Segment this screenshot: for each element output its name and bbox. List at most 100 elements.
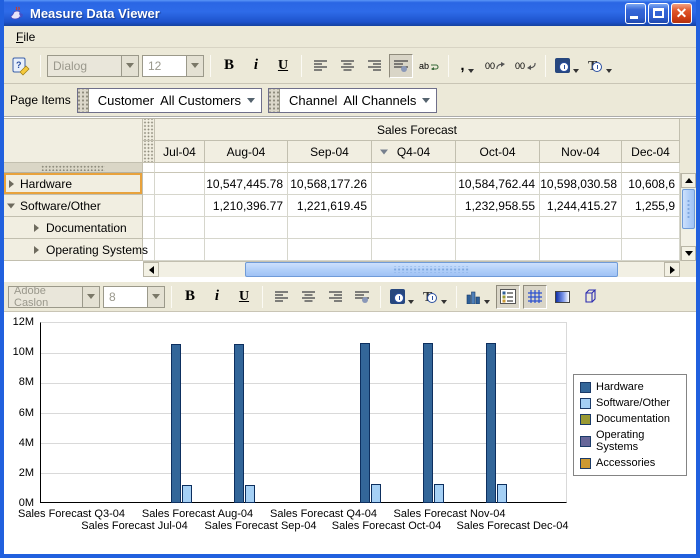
- column-header-oct-04[interactable]: Oct-04: [456, 141, 540, 163]
- legend-toggle-button[interactable]: [496, 285, 520, 309]
- row-header-operating-systems[interactable]: Operating Systems: [4, 239, 143, 261]
- format-heading-button[interactable]: T: [420, 285, 450, 309]
- align-left-button[interactable]: [308, 54, 332, 78]
- align-right-button[interactable]: [362, 54, 386, 78]
- format-heading-button[interactable]: T: [585, 54, 615, 78]
- comma-format-button[interactable]: ,: [455, 54, 479, 78]
- add-decimal-button[interactable]: 00: [482, 54, 509, 78]
- underline-button[interactable]: U: [271, 54, 295, 78]
- gradient-button[interactable]: [550, 285, 574, 309]
- chart-type-button[interactable]: [463, 285, 493, 309]
- data-cell[interactable]: 10,598,030.58: [540, 173, 622, 195]
- data-cell[interactable]: 1,255,9: [622, 195, 680, 217]
- data-cell[interactable]: 1,210,396.77: [205, 195, 288, 217]
- column-axis-grip[interactable]: [143, 119, 155, 141]
- gridlines-toggle-button[interactable]: [523, 285, 547, 309]
- data-cell[interactable]: [155, 239, 205, 261]
- row-header-software-other[interactable]: Software/Other: [4, 195, 143, 217]
- data-cell[interactable]: [288, 239, 372, 261]
- collapse-arrow-icon[interactable]: [7, 203, 15, 208]
- data-cell[interactable]: [155, 195, 205, 217]
- chevron-down-icon[interactable]: [186, 56, 203, 76]
- column-header-q4-04[interactable]: Q4-04: [372, 141, 456, 163]
- row-header-hardware[interactable]: Hardware: [4, 173, 143, 195]
- scroll-right-button[interactable]: [664, 262, 680, 277]
- close-button[interactable]: ✕: [671, 3, 692, 24]
- data-cell[interactable]: [372, 239, 456, 261]
- vertical-scroll-thumb[interactable]: [682, 189, 695, 229]
- font-combo[interactable]: Dialog: [47, 55, 139, 77]
- column-header-sep-04[interactable]: Sep-04: [288, 141, 372, 163]
- column-header-jul-04[interactable]: Jul-04: [155, 141, 205, 163]
- properties-button[interactable]: ?: [8, 54, 34, 78]
- vertical-scrollbar[interactable]: [680, 173, 696, 261]
- underline-button[interactable]: U: [232, 285, 256, 309]
- chart-size-combo[interactable]: 8: [103, 286, 165, 308]
- data-cell[interactable]: 10,568,177.26: [288, 173, 372, 195]
- column-header-nov-04[interactable]: Nov-04: [540, 141, 622, 163]
- chevron-down-icon[interactable]: [121, 56, 138, 76]
- chevron-down-icon[interactable]: [147, 287, 164, 307]
- depth-3d-button[interactable]: [577, 285, 601, 309]
- expand-arrow-icon[interactable]: [34, 246, 39, 254]
- page-item-channel[interactable]: ChannelAll Channels: [268, 88, 437, 113]
- collapse-arrow-icon[interactable]: [380, 149, 388, 154]
- scroll-down-button[interactable]: [681, 246, 696, 261]
- size-combo[interactable]: 12: [142, 55, 204, 77]
- data-cell[interactable]: 10,608,6: [622, 173, 680, 195]
- chart-font-combo[interactable]: Adobe Caslon: [8, 286, 100, 308]
- italic-button[interactable]: i: [205, 285, 229, 309]
- page-item-customer[interactable]: CustomerAll Customers: [77, 88, 262, 113]
- vertical-scroll-track[interactable]: [681, 230, 696, 246]
- data-cell[interactable]: [288, 217, 372, 239]
- data-cell[interactable]: 10,584,762.44: [456, 173, 540, 195]
- column-header-dec-04[interactable]: Dec-04: [622, 141, 680, 163]
- data-cell[interactable]: 1,244,415.27: [540, 195, 622, 217]
- data-cell[interactable]: 1,221,619.45: [288, 195, 372, 217]
- align-left-button[interactable]: [269, 285, 293, 309]
- align-center-button[interactable]: [296, 285, 320, 309]
- remove-decimal-button[interactable]: 00: [512, 54, 539, 78]
- scroll-left-button[interactable]: [143, 262, 159, 277]
- align-default-button[interactable]: [389, 54, 413, 78]
- row-header-documentation[interactable]: Documentation: [4, 217, 143, 239]
- scroll-up-button[interactable]: [681, 173, 696, 188]
- drag-grip-icon[interactable]: [269, 89, 280, 112]
- align-center-button[interactable]: [335, 54, 359, 78]
- measure-header[interactable]: Sales Forecast: [155, 119, 680, 141]
- word-wrap-button[interactable]: ab: [416, 54, 442, 78]
- format-data-button[interactable]: [387, 285, 417, 309]
- menu-file[interactable]: File: [10, 28, 41, 46]
- data-cell[interactable]: [540, 239, 622, 261]
- data-cell[interactable]: [155, 217, 205, 239]
- align-default-button[interactable]: [350, 285, 374, 309]
- data-cell[interactable]: [372, 195, 456, 217]
- data-cell[interactable]: [622, 217, 680, 239]
- italic-button[interactable]: i: [244, 54, 268, 78]
- bold-button[interactable]: B: [178, 285, 202, 309]
- data-cell[interactable]: 10,547,445.78: [205, 173, 288, 195]
- data-cell[interactable]: [456, 239, 540, 261]
- expand-arrow-icon[interactable]: [34, 224, 39, 232]
- row-axis-grip[interactable]: [4, 163, 143, 173]
- data-cell[interactable]: [372, 173, 456, 195]
- data-cell[interactable]: [622, 239, 680, 261]
- align-right-button[interactable]: [323, 285, 347, 309]
- bold-button[interactable]: B: [217, 54, 241, 78]
- horizontal-scrollbar[interactable]: [143, 261, 680, 277]
- data-cell[interactable]: [372, 217, 456, 239]
- expand-arrow-icon[interactable]: [9, 180, 14, 188]
- horizontal-scroll-track[interactable]: [618, 262, 664, 277]
- data-cell[interactable]: [540, 217, 622, 239]
- format-data-button[interactable]: [552, 54, 582, 78]
- drag-grip-icon[interactable]: [78, 89, 89, 112]
- data-cell[interactable]: [205, 217, 288, 239]
- chevron-down-icon[interactable]: [422, 98, 430, 103]
- data-cell[interactable]: [155, 173, 205, 195]
- minimize-button[interactable]: [625, 3, 646, 24]
- chevron-down-icon[interactable]: [247, 98, 255, 103]
- chevron-down-icon[interactable]: [82, 287, 99, 307]
- column-header-aug-04[interactable]: Aug-04: [205, 141, 288, 163]
- maximize-button[interactable]: [648, 3, 669, 24]
- horizontal-scroll-thumb[interactable]: [245, 262, 618, 277]
